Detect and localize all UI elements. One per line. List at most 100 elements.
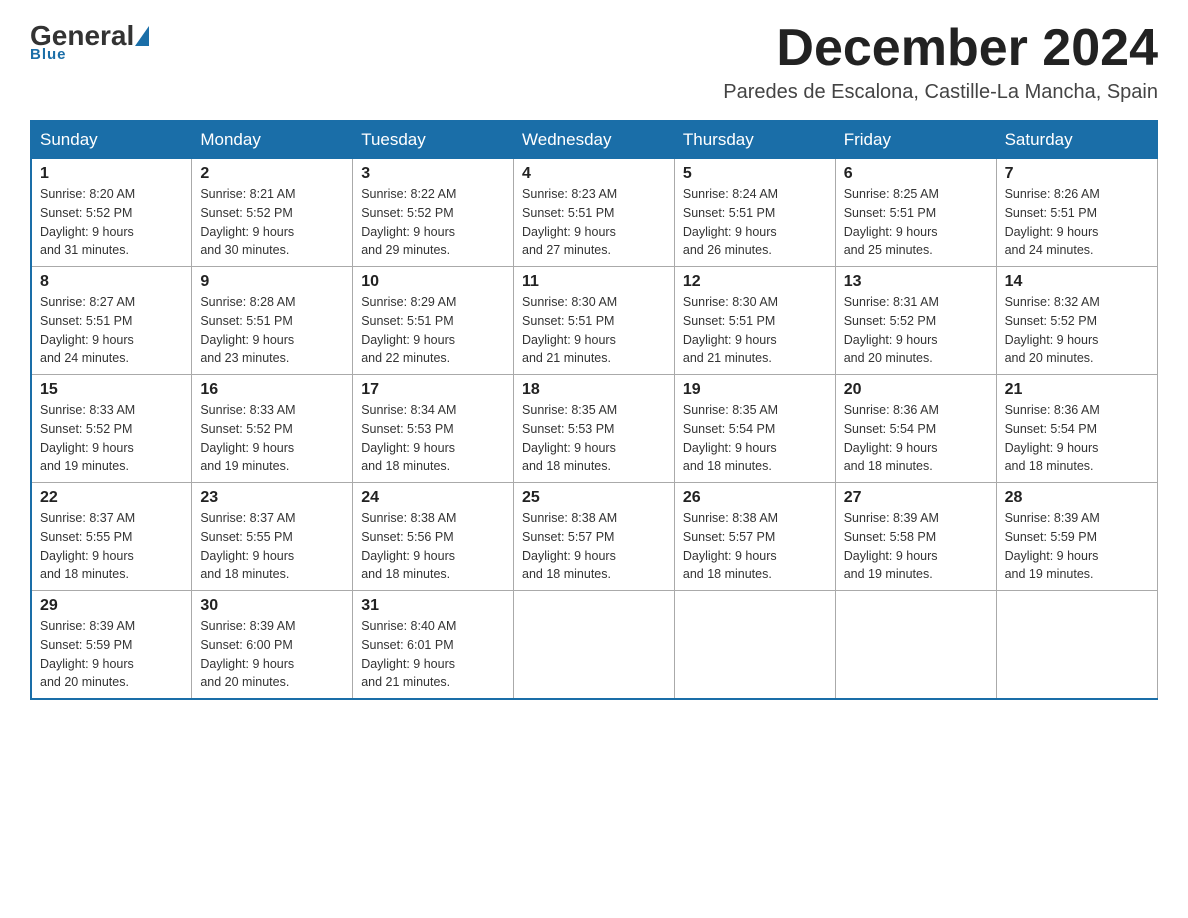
day-info: Sunrise: 8:35 AM Sunset: 5:54 PM Dayligh… [683, 401, 827, 476]
day-info: Sunrise: 8:37 AM Sunset: 5:55 PM Dayligh… [200, 509, 344, 584]
day-info: Sunrise: 8:32 AM Sunset: 5:52 PM Dayligh… [1005, 293, 1149, 368]
calendar-cell: 1 Sunrise: 8:20 AM Sunset: 5:52 PM Daylig… [31, 159, 192, 267]
calendar-cell: 18 Sunrise: 8:35 AM Sunset: 5:53 PM Dayli… [514, 375, 675, 483]
day-number: 4 [522, 165, 666, 183]
day-number: 6 [844, 165, 988, 183]
day-number: 15 [40, 381, 183, 399]
day-info: Sunrise: 8:31 AM Sunset: 5:52 PM Dayligh… [844, 293, 988, 368]
day-header-monday: Monday [192, 121, 353, 159]
day-info: Sunrise: 8:21 AM Sunset: 5:52 PM Dayligh… [200, 185, 344, 260]
day-number: 29 [40, 597, 183, 615]
calendar-cell: 8Sunrise: 8:27 AM Sunset: 5:51 PM Daylig… [31, 267, 192, 375]
day-number: 9 [200, 273, 344, 291]
day-info: Sunrise: 8:25 AM Sunset: 5:51 PM Dayligh… [844, 185, 988, 260]
day-info: Sunrise: 8:38 AM Sunset: 5:57 PM Dayligh… [522, 509, 666, 584]
calendar-title: December 2024 [723, 20, 1158, 77]
calendar-subtitle: Paredes de Escalona, Castille-La Mancha,… [723, 81, 1158, 104]
day-header-friday: Friday [835, 121, 996, 159]
day-number: 18 [522, 381, 666, 399]
calendar-cell: 11 Sunrise: 8:30 AM Sunset: 5:51 PM Dayli… [514, 267, 675, 375]
calendar-week-row: 8Sunrise: 8:27 AM Sunset: 5:51 PM Daylig… [31, 267, 1157, 375]
calendar-cell: 2 Sunrise: 8:21 AM Sunset: 5:52 PM Daylig… [192, 159, 353, 267]
day-info: Sunrise: 8:29 AM Sunset: 5:51 PM Dayligh… [361, 293, 505, 368]
day-info: Sunrise: 8:37 AM Sunset: 5:55 PM Dayligh… [40, 509, 183, 584]
calendar-cell: 15 Sunrise: 8:33 AM Sunset: 5:52 PM Dayli… [31, 375, 192, 483]
logo: General Blue [30, 20, 150, 64]
day-number: 20 [844, 381, 988, 399]
calendar-cell: 24Sunrise: 8:38 AM Sunset: 5:56 PM Dayli… [353, 483, 514, 591]
calendar-cell: 3 Sunrise: 8:22 AM Sunset: 5:52 PM Daylig… [353, 159, 514, 267]
day-number: 7 [1005, 165, 1149, 183]
day-info: Sunrise: 8:38 AM Sunset: 5:57 PM Dayligh… [683, 509, 827, 584]
calendar-cell: 22Sunrise: 8:37 AM Sunset: 5:55 PM Dayli… [31, 483, 192, 591]
day-info: Sunrise: 8:34 AM Sunset: 5:53 PM Dayligh… [361, 401, 505, 476]
calendar-cell: 7Sunrise: 8:26 AM Sunset: 5:51 PM Daylig… [996, 159, 1157, 267]
calendar-cell: 20 Sunrise: 8:36 AM Sunset: 5:54 PM Dayli… [835, 375, 996, 483]
calendar-cell: 17 Sunrise: 8:34 AM Sunset: 5:53 PM Dayli… [353, 375, 514, 483]
day-number: 23 [200, 489, 344, 507]
calendar-week-row: 1 Sunrise: 8:20 AM Sunset: 5:52 PM Daylig… [31, 159, 1157, 267]
day-info: Sunrise: 8:30 AM Sunset: 5:51 PM Dayligh… [683, 293, 827, 368]
day-info: Sunrise: 8:35 AM Sunset: 5:53 PM Dayligh… [522, 401, 666, 476]
day-number: 11 [522, 273, 666, 291]
day-number: 8 [40, 273, 183, 291]
day-info: Sunrise: 8:33 AM Sunset: 5:52 PM Dayligh… [40, 401, 183, 476]
day-number: 14 [1005, 273, 1149, 291]
calendar-cell: 26 Sunrise: 8:38 AM Sunset: 5:57 PM Dayli… [674, 483, 835, 591]
day-info: Sunrise: 8:39 AM Sunset: 5:59 PM Dayligh… [1005, 509, 1149, 584]
logo-triangle-icon [135, 26, 149, 46]
day-info: Sunrise: 8:39 AM Sunset: 6:00 PM Dayligh… [200, 617, 344, 692]
day-number: 2 [200, 165, 344, 183]
day-number: 28 [1005, 489, 1149, 507]
day-number: 17 [361, 381, 505, 399]
calendar-cell: 4 Sunrise: 8:23 AM Sunset: 5:51 PM Daylig… [514, 159, 675, 267]
calendar-cell: 5 Sunrise: 8:24 AM Sunset: 5:51 PM Daylig… [674, 159, 835, 267]
day-number: 27 [844, 489, 988, 507]
calendar-cell: 16Sunrise: 8:33 AM Sunset: 5:52 PM Dayli… [192, 375, 353, 483]
logo-blue-text: Blue [30, 46, 67, 63]
calendar-cell: 9Sunrise: 8:28 AM Sunset: 5:51 PM Daylig… [192, 267, 353, 375]
day-number: 25 [522, 489, 666, 507]
calendar-cell [674, 591, 835, 700]
day-info: Sunrise: 8:24 AM Sunset: 5:51 PM Dayligh… [683, 185, 827, 260]
calendar-cell: 29 Sunrise: 8:39 AM Sunset: 5:59 PM Dayli… [31, 591, 192, 700]
day-number: 13 [844, 273, 988, 291]
calendar-cell: 25 Sunrise: 8:38 AM Sunset: 5:57 PM Dayli… [514, 483, 675, 591]
day-header-tuesday: Tuesday [353, 121, 514, 159]
day-number: 31 [361, 597, 505, 615]
day-header-sunday: Sunday [31, 121, 192, 159]
calendar-cell [514, 591, 675, 700]
day-header-thursday: Thursday [674, 121, 835, 159]
day-header-wednesday: Wednesday [514, 121, 675, 159]
day-info: Sunrise: 8:20 AM Sunset: 5:52 PM Dayligh… [40, 185, 183, 260]
day-number: 30 [200, 597, 344, 615]
day-number: 21 [1005, 381, 1149, 399]
calendar-table: SundayMondayTuesdayWednesdayThursdayFrid… [30, 120, 1158, 700]
day-info: Sunrise: 8:23 AM Sunset: 5:51 PM Dayligh… [522, 185, 666, 260]
calendar-cell: 10Sunrise: 8:29 AM Sunset: 5:51 PM Dayli… [353, 267, 514, 375]
calendar-cell: 30 Sunrise: 8:39 AM Sunset: 6:00 PM Dayli… [192, 591, 353, 700]
calendar-cell: 28 Sunrise: 8:39 AM Sunset: 5:59 PM Dayli… [996, 483, 1157, 591]
calendar-cell: 14 Sunrise: 8:32 AM Sunset: 5:52 PM Dayli… [996, 267, 1157, 375]
day-info: Sunrise: 8:36 AM Sunset: 5:54 PM Dayligh… [844, 401, 988, 476]
calendar-cell: 19Sunrise: 8:35 AM Sunset: 5:54 PM Dayli… [674, 375, 835, 483]
day-number: 3 [361, 165, 505, 183]
day-info: Sunrise: 8:39 AM Sunset: 5:58 PM Dayligh… [844, 509, 988, 584]
day-info: Sunrise: 8:30 AM Sunset: 5:51 PM Dayligh… [522, 293, 666, 368]
header: General Blue December 2024 Paredes de Es… [30, 20, 1158, 104]
day-info: Sunrise: 8:22 AM Sunset: 5:52 PM Dayligh… [361, 185, 505, 260]
calendar-cell: 12 Sunrise: 8:30 AM Sunset: 5:51 PM Dayli… [674, 267, 835, 375]
calendar-cell: 21 Sunrise: 8:36 AM Sunset: 5:54 PM Dayli… [996, 375, 1157, 483]
calendar-cell: 6 Sunrise: 8:25 AM Sunset: 5:51 PM Daylig… [835, 159, 996, 267]
day-number: 26 [683, 489, 827, 507]
calendar-cell: 27 Sunrise: 8:39 AM Sunset: 5:58 PM Dayli… [835, 483, 996, 591]
day-number: 24 [361, 489, 505, 507]
day-info: Sunrise: 8:36 AM Sunset: 5:54 PM Dayligh… [1005, 401, 1149, 476]
day-number: 5 [683, 165, 827, 183]
calendar-cell [996, 591, 1157, 700]
day-number: 12 [683, 273, 827, 291]
day-number: 16 [200, 381, 344, 399]
day-info: Sunrise: 8:39 AM Sunset: 5:59 PM Dayligh… [40, 617, 183, 692]
calendar-cell [835, 591, 996, 700]
day-number: 1 [40, 165, 183, 183]
